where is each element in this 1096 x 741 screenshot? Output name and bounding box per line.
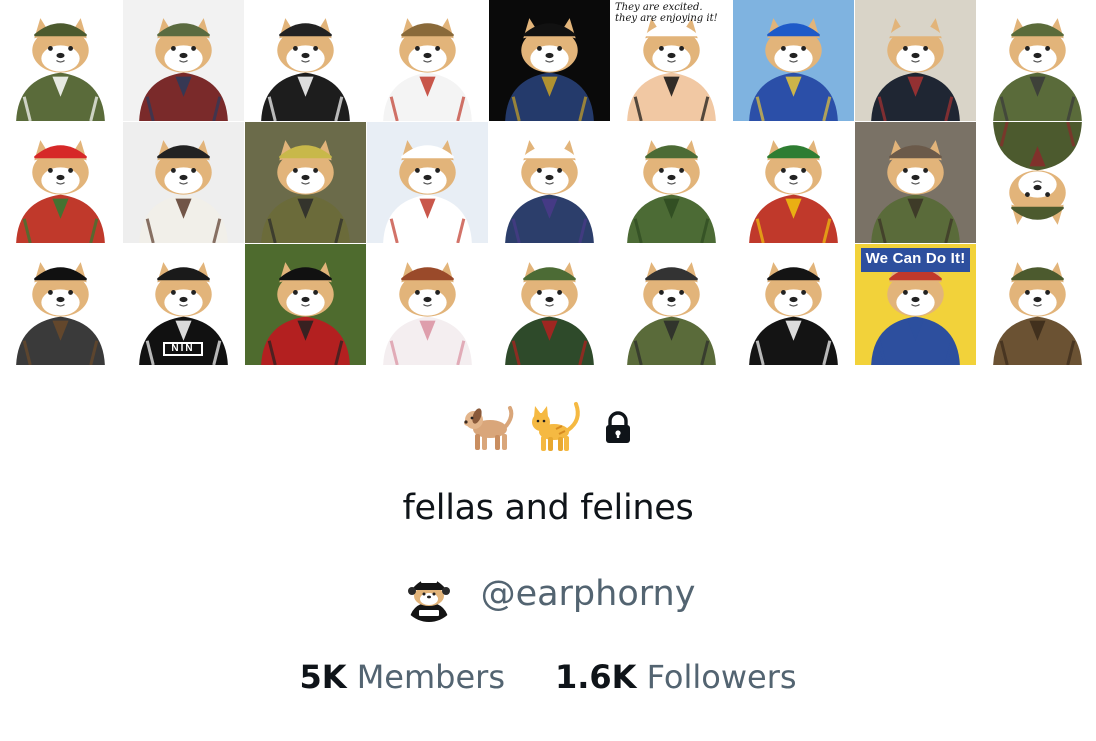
followers-count: 1.6K bbox=[554, 658, 637, 696]
lock-icon bbox=[606, 411, 630, 443]
followers-stat-link[interactable]: 1.6K Followers bbox=[555, 658, 797, 696]
dog-icon bbox=[464, 406, 514, 450]
owner-handle-link[interactable]: @earphorny bbox=[481, 574, 696, 614]
banner-tile-cheems-red-jacket bbox=[733, 122, 854, 243]
banner-tile-cheems-gas-mask bbox=[611, 244, 732, 365]
banner-tile-cheems-excited-meme: They are excited. they are enjoying it! bbox=[611, 0, 732, 121]
banner-tile-cheems-white-shirt bbox=[123, 122, 244, 243]
banner-tile-cheems-tunnel bbox=[855, 122, 976, 243]
banner-tile-cheems-upside-down bbox=[977, 122, 1096, 243]
banner-tile-cheems-nin-headphones: NIN bbox=[123, 244, 244, 365]
banner-tile-cheems-blue-cap bbox=[733, 0, 854, 121]
list-owner[interactable]: @earphorny bbox=[0, 562, 1096, 626]
banner-tile-cheems-office-suit bbox=[855, 0, 976, 121]
list-title: fellas and felines bbox=[402, 488, 694, 528]
banner-tile-cheems-we-can-do-it: We Can Do It! bbox=[855, 244, 976, 365]
banner-tile-cheems-helmet-tracksuit bbox=[245, 0, 366, 121]
members-stat-link[interactable]: 5K Members bbox=[299, 658, 505, 696]
banner-tile-cheems-rifle-kit bbox=[123, 0, 244, 121]
banner-tile-cheems-camo-cap bbox=[0, 0, 121, 121]
banner-tile-cheems-camo-photo bbox=[245, 122, 366, 243]
banner-tile-cheems-black-tracksuit bbox=[733, 244, 854, 365]
banner-tile-cheems-officer-rifle bbox=[977, 244, 1096, 365]
meme-caption: They are excited. they are enjoying it! bbox=[615, 2, 718, 24]
banner-tile-cheems-pirate bbox=[489, 0, 610, 121]
members-count: 5K bbox=[299, 658, 347, 696]
banner-tile-cheems-camo-helmet bbox=[489, 244, 610, 365]
nin-logo: NIN bbox=[163, 342, 203, 356]
banner-tile-cheems-camo-jacket bbox=[611, 122, 732, 243]
banner-tile-cheems-cossack bbox=[367, 0, 488, 121]
banner-tile-cheems-guard-uniform bbox=[245, 244, 366, 365]
followers-label: Followers bbox=[646, 658, 797, 696]
banner-tile-cheems-soldier-rifle bbox=[977, 0, 1096, 121]
cat-icon bbox=[532, 402, 580, 451]
list-stats: 5K Members 1.6K Followers bbox=[0, 658, 1096, 696]
banner-tile-cheems-business-suit bbox=[489, 122, 610, 243]
banner-tile-cheems-flower-crown bbox=[0, 122, 121, 243]
list-banner[interactable]: They are excited. they are enjoying it! N… bbox=[0, 0, 1096, 366]
owner-avatar[interactable] bbox=[400, 566, 457, 622]
list-emoji-row bbox=[0, 396, 1096, 456]
banner-tile-cheems-sailor-pair bbox=[367, 122, 488, 243]
poster-caption: We Can Do It! bbox=[865, 250, 966, 267]
banner-tile-cheems-black-cap bbox=[0, 244, 121, 365]
banner-tile-cheems-redhead bbox=[367, 244, 488, 365]
members-label: Members bbox=[356, 658, 505, 696]
